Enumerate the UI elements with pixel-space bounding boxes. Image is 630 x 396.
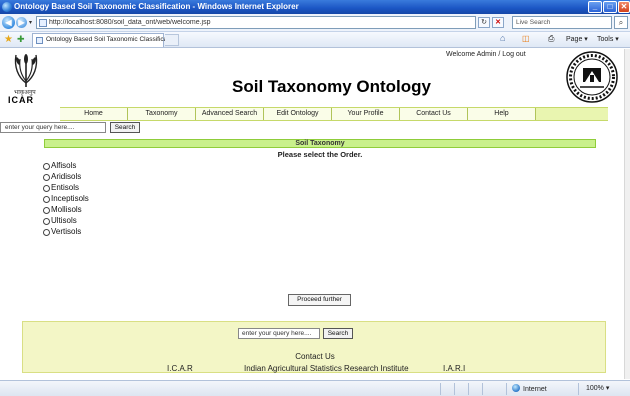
institute-seal-icon — [566, 51, 618, 103]
nav-taxonomy[interactable]: Taxonomy — [128, 108, 196, 120]
radio-button[interactable] — [43, 163, 50, 170]
forward-button[interactable]: ▶ — [16, 17, 27, 28]
globe-icon — [512, 384, 520, 392]
tools-menu[interactable]: Tools ▾ — [597, 35, 619, 43]
address-toolbar: ◀ ▶ ▾ ↻ ✕ ⌕ — [0, 14, 630, 32]
live-search-input[interactable] — [513, 17, 609, 28]
minimize-button[interactable]: _ — [588, 1, 602, 13]
live-search-box[interactable] — [512, 16, 612, 29]
footer-contact-link[interactable]: Contact Us — [23, 352, 607, 361]
new-tab-button[interactable] — [165, 34, 179, 46]
order-label: Mollisols — [51, 205, 82, 214]
zoom-level[interactable]: 100% ▾ — [586, 384, 609, 392]
main-navigation: Home Taxonomy Advanced Search Edit Ontol… — [60, 107, 608, 121]
history-dropdown-icon[interactable]: ▾ — [29, 19, 32, 26]
footer-link-iasri[interactable]: Indian Agricultural Statistics Research … — [244, 364, 409, 373]
window-titlebar: Ontology Based Soil Taxonomic Classifica… — [0, 0, 630, 14]
proceed-further-button[interactable]: Proceed further — [288, 294, 351, 306]
wheat-logo-icon — [14, 54, 38, 87]
close-window-button[interactable]: ✕ — [618, 1, 630, 13]
footer-search-button[interactable]: Search — [323, 328, 353, 339]
logout-link[interactable]: Log out — [502, 51, 525, 58]
status-bar: Internet 100% ▾ — [0, 380, 630, 396]
address-field[interactable] — [36, 16, 476, 29]
url-input[interactable] — [49, 17, 469, 28]
home-icon[interactable]: ⌂ — [500, 33, 505, 43]
search-icon[interactable]: ⌕ — [614, 16, 628, 29]
radio-button[interactable] — [43, 218, 50, 225]
command-bar: ★ ✚ Ontology Based Soil Taxonomic Classi… — [0, 32, 630, 48]
internet-explorer-icon — [2, 2, 12, 12]
add-favorites-icon[interactable]: ✚ — [17, 33, 25, 46]
order-label: Entisols — [51, 183, 80, 192]
radio-button[interactable] — [43, 174, 50, 181]
order-label: Vertisols — [51, 227, 82, 236]
page-viewport: भाकृअनुप ICAR Soil Taxonomy Ontology Wel… — [0, 49, 624, 379]
status-divider — [440, 383, 441, 395]
nav-help[interactable]: Help — [468, 108, 536, 120]
back-button[interactable]: ◀ — [2, 16, 15, 29]
page-icon — [39, 19, 47, 27]
browser-tab[interactable]: Ontology Based Soil Taxonomic Classifica… — [32, 33, 178, 47]
order-label: Inceptisols — [51, 194, 89, 203]
status-divider — [482, 383, 483, 395]
icar-logo: भाकृअनुप ICAR — [6, 53, 46, 107]
vertical-scrollbar[interactable] — [624, 49, 630, 379]
order-label: Ultisols — [51, 216, 77, 225]
search-button[interactable]: Search — [110, 122, 140, 133]
query-search-input[interactable] — [0, 122, 106, 133]
radio-button[interactable] — [43, 196, 50, 203]
site-header: भाकृअनुप ICAR Soil Taxonomy Ontology Wel… — [0, 49, 624, 107]
status-divider — [454, 383, 455, 395]
nav-home[interactable]: Home — [60, 108, 128, 120]
status-divider — [578, 383, 579, 395]
status-divider — [506, 383, 507, 395]
footer-search-input[interactable] — [238, 328, 320, 339]
nav-contact-us[interactable]: Contact Us — [400, 108, 468, 120]
site-footer: Search Contact Us I.C.A.R Indian Agricul… — [22, 321, 606, 373]
favorites-star-icon[interactable]: ★ — [4, 33, 13, 46]
page-title: Soil Taxonomy Ontology — [232, 77, 431, 96]
feeds-icon[interactable]: ◫ — [522, 34, 530, 43]
window-title: Ontology Based Soil Taxonomic Classifica… — [14, 2, 299, 11]
page-menu[interactable]: Page ▾ — [566, 35, 588, 43]
tab-label: Ontology Based Soil Taxonomic Classifica… — [46, 36, 178, 43]
radio-button[interactable] — [43, 185, 50, 192]
radio-button[interactable] — [43, 207, 50, 214]
order-label: Alfisols — [51, 161, 77, 170]
nav-your-profile[interactable]: Your Profile — [332, 108, 400, 120]
order-prompt: Please select the Order. — [277, 150, 363, 159]
print-icon[interactable]: ⎙ — [548, 34, 554, 44]
tab-page-icon — [36, 37, 43, 44]
order-label: Aridisols — [51, 172, 82, 181]
footer-links: I.C.A.R Indian Agricultural Statistics R… — [23, 364, 607, 374]
logo-text: ICAR — [8, 95, 34, 105]
footer-link-iari[interactable]: I.A.R.I — [443, 364, 465, 373]
zone-label: Internet — [523, 386, 547, 393]
security-zone: Internet — [512, 384, 547, 393]
radio-button[interactable] — [43, 229, 50, 236]
welcome-text: Welcome Admin / Log out — [446, 51, 526, 58]
status-divider — [468, 383, 469, 395]
section-title: Soil Taxonomy — [44, 139, 596, 148]
welcome-prefix: Welcome Admin / — [446, 51, 503, 58]
footer-link-icar[interactable]: I.C.A.R — [167, 364, 193, 373]
nav-advanced-search[interactable]: Advanced Search — [196, 108, 264, 120]
stop-button[interactable]: ✕ — [492, 17, 504, 28]
maximize-button[interactable]: □ — [603, 1, 617, 13]
refresh-button[interactable]: ↻ — [478, 17, 490, 28]
nav-edit-ontology[interactable]: Edit Ontology — [264, 108, 332, 120]
